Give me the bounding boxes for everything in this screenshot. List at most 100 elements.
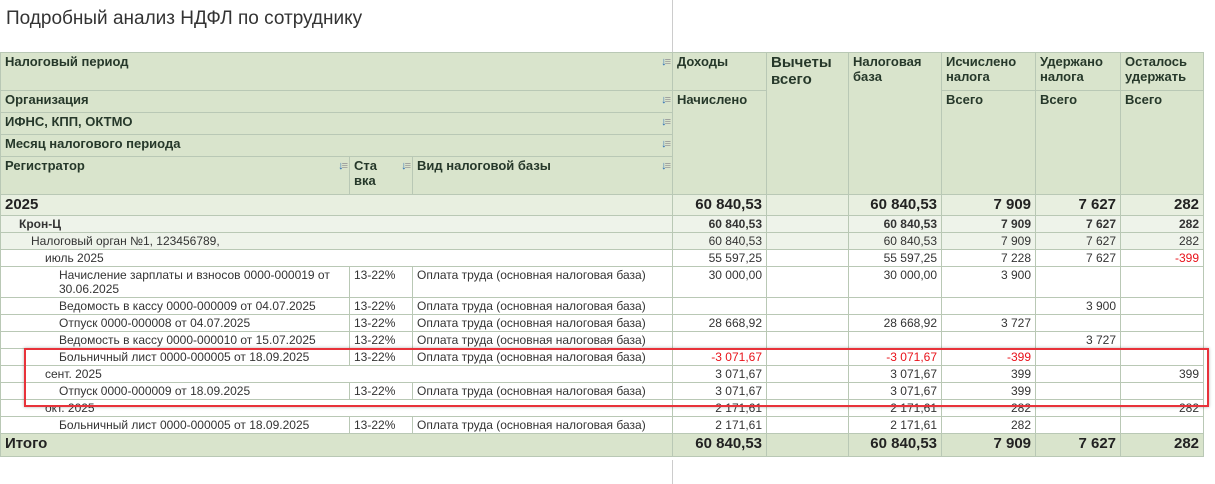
calc-cell: 7 909 bbox=[941, 215, 1037, 233]
table-row[interactable]: Начисление зарплаты и взносов 0000-00001… bbox=[0, 266, 1205, 298]
base-cell: 60 840,53 bbox=[848, 232, 943, 250]
header-tax-base[interactable]: Налоговая база bbox=[848, 52, 943, 195]
header-label: Вид налоговой базы bbox=[417, 158, 551, 173]
table-row[interactable]: Ведомость в кассу 0000-000009 от 04.07.2… bbox=[0, 297, 1205, 315]
calc-cell: -399 bbox=[941, 348, 1037, 366]
page-title: Подробный анализ НДФЛ по сотруднику bbox=[6, 8, 363, 29]
calc-cell: 3 727 bbox=[941, 314, 1037, 332]
sort-icon[interactable]: ↓≡ bbox=[661, 160, 671, 172]
header-ifns[interactable]: ИФНС, КПП, ОКТМО ↓≡ bbox=[0, 112, 674, 135]
held-cell: 7 627 bbox=[1035, 232, 1122, 250]
base-cell bbox=[848, 331, 943, 349]
rem-cell: 282 bbox=[1120, 194, 1205, 216]
base-kind-cell: Оплата труда (основная налоговая база) bbox=[411, 416, 674, 434]
base-cell: 60 840,53 bbox=[848, 215, 943, 233]
table-row[interactable]: Больничный лист 0000-000005 от 18.09.202… bbox=[0, 348, 1205, 366]
income-cell: 2 171,61 bbox=[672, 399, 768, 417]
sort-icon[interactable]: ↓≡ bbox=[661, 116, 671, 128]
row-label[interactable]: 2025 bbox=[0, 194, 674, 216]
rate-cell: 13-22% bbox=[349, 416, 413, 434]
registrar-cell[interactable]: Начисление зарплаты и взносов 0000-00001… bbox=[0, 266, 350, 298]
total-row: Итого 60 840,53 60 840,53 7 909 7 627 282 bbox=[0, 433, 1205, 457]
header-registrar[interactable]: Регистратор ↓≡ bbox=[0, 156, 350, 195]
table-row[interactable]: окт. 2025 2 171,61 2 171,61 282 282 bbox=[0, 399, 1205, 417]
held-cell: 3 900 bbox=[1035, 297, 1122, 315]
rate-cell: 13-22% bbox=[349, 331, 413, 349]
held-cell bbox=[1035, 416, 1122, 434]
header-label: Регистратор bbox=[5, 158, 85, 173]
sort-icon[interactable]: ↓≡ bbox=[338, 160, 348, 172]
header-month[interactable]: Месяц налогового периода ↓≡ bbox=[0, 134, 674, 157]
base-cell: 55 597,25 bbox=[848, 249, 943, 267]
header-rate[interactable]: Ста вка ↓≡ bbox=[349, 156, 413, 195]
registrar-cell[interactable]: Ведомость в кассу 0000-000010 от 15.07.2… bbox=[0, 331, 350, 349]
rate-cell: 13-22% bbox=[349, 266, 413, 298]
header-deductions[interactable]: Вычеты всего bbox=[766, 52, 850, 195]
table-row[interactable]: сент. 2025 3 071,67 3 071,67 399 399 bbox=[0, 365, 1205, 383]
header-org[interactable]: Организация ↓≡ bbox=[0, 90, 674, 113]
base-kind-cell: Оплата труда (основная налоговая база) bbox=[411, 266, 674, 298]
table-row[interactable]: Ведомость в кассу 0000-000010 от 15.07.2… bbox=[0, 331, 1205, 349]
income-cell: 55 597,25 bbox=[672, 249, 768, 267]
registrar-cell[interactable]: Отпуск 0000-000008 от 04.07.2025 bbox=[0, 314, 350, 332]
row-label[interactable]: июль 2025 bbox=[0, 249, 674, 267]
table-row[interactable]: 2025 60 840,53 60 840,53 7 909 7 627 282 bbox=[0, 194, 1205, 216]
header-withheld[interactable]: Удержано налога bbox=[1035, 52, 1122, 91]
row-label[interactable]: сент. 2025 bbox=[0, 365, 674, 383]
rem-cell: 282 bbox=[1120, 215, 1205, 233]
table-row[interactable]: Больничный лист 0000-000005 от 18.09.202… bbox=[0, 416, 1205, 434]
calc-cell: 282 bbox=[941, 416, 1037, 434]
total-calc: 7 909 bbox=[941, 433, 1037, 457]
sort-icon[interactable]: ↓≡ bbox=[661, 94, 671, 106]
held-cell bbox=[1035, 266, 1122, 298]
header-calculated-total[interactable]: Всего bbox=[941, 90, 1037, 195]
ded-cell bbox=[766, 331, 850, 349]
ded-cell bbox=[766, 365, 850, 383]
table-row[interactable]: Отпуск 0000-000008 от 04.07.2025 13-22% Оп… bbox=[0, 314, 1205, 332]
header-base-kind[interactable]: Вид налоговой базы ↓≡ bbox=[411, 156, 674, 195]
header-remaining[interactable]: Осталось удержать bbox=[1120, 52, 1205, 91]
header-income-accrued[interactable]: Начислено bbox=[672, 90, 768, 195]
registrar-cell[interactable]: Отпуск 0000-000009 от 18.09.2025 bbox=[0, 382, 350, 400]
table-row[interactable]: Крон-Ц 60 840,53 60 840,53 7 909 7 627 282 bbox=[0, 215, 1205, 233]
row-label[interactable]: Налоговый орган №1, 123456789, bbox=[0, 232, 674, 250]
calc-cell: 7 228 bbox=[941, 249, 1037, 267]
sort-icon[interactable]: ↓≡ bbox=[661, 138, 671, 150]
ded-cell bbox=[766, 382, 850, 400]
table-row[interactable]: Отпуск 0000-000009 от 18.09.2025 13-22% Оп… bbox=[0, 382, 1205, 400]
header-remaining-total[interactable]: Всего bbox=[1120, 90, 1205, 195]
income-cell: 60 840,53 bbox=[672, 194, 768, 216]
base-cell: 28 668,92 bbox=[848, 314, 943, 332]
row-label[interactable]: Крон-Ц bbox=[0, 215, 674, 233]
report-table: Налоговый период ↓≡ Доходы Вычеты всего Н… bbox=[0, 52, 1205, 457]
sort-icon[interactable]: ↓≡ bbox=[661, 56, 671, 68]
held-cell bbox=[1035, 314, 1122, 332]
table-row[interactable]: июль 2025 55 597,25 55 597,25 7 228 7 627 -39… bbox=[0, 249, 1205, 267]
income-cell bbox=[672, 297, 768, 315]
base-cell: 2 171,61 bbox=[848, 416, 943, 434]
ded-cell bbox=[766, 194, 850, 216]
rate-cell: 13-22% bbox=[349, 348, 413, 366]
base-cell: 3 071,67 bbox=[848, 365, 943, 383]
divider bbox=[672, 0, 673, 52]
held-cell: 7 627 bbox=[1035, 215, 1122, 233]
held-cell bbox=[1035, 382, 1122, 400]
table-row[interactable]: Налоговый орган №1, 123456789, 60 840,53 6… bbox=[0, 232, 1205, 250]
header-withheld-total[interactable]: Всего bbox=[1035, 90, 1122, 195]
registrar-cell[interactable]: Больничный лист 0000-000005 от 18.09.202… bbox=[0, 348, 350, 366]
row-label[interactable]: окт. 2025 bbox=[0, 399, 674, 417]
income-cell: 60 840,53 bbox=[672, 215, 768, 233]
header-income[interactable]: Доходы bbox=[672, 52, 768, 91]
income-cell bbox=[672, 331, 768, 349]
sort-icon[interactable]: ↓≡ bbox=[401, 160, 411, 172]
registrar-cell[interactable]: Ведомость в кассу 0000-000009 от 04.07.2… bbox=[0, 297, 350, 315]
rem-cell: 399 bbox=[1120, 365, 1205, 383]
rem-cell: -399 bbox=[1120, 249, 1205, 267]
base-cell: 60 840,53 bbox=[848, 194, 943, 216]
base-cell: 30 000,00 bbox=[848, 266, 943, 298]
registrar-cell[interactable]: Больничный лист 0000-000005 от 18.09.202… bbox=[0, 416, 350, 434]
header-period[interactable]: Налоговый период ↓≡ bbox=[0, 52, 674, 91]
header-calculated[interactable]: Исчислено налога bbox=[941, 52, 1037, 91]
calc-cell bbox=[941, 297, 1037, 315]
rem-cell bbox=[1120, 416, 1205, 434]
